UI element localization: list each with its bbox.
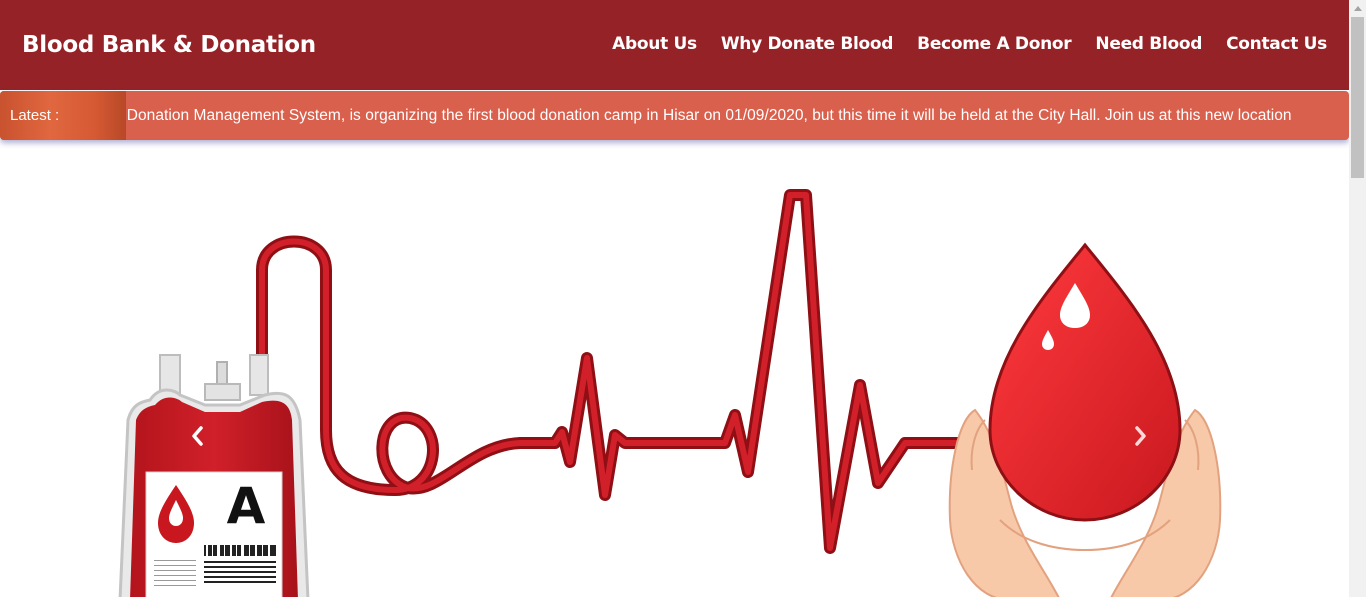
hero-carousel: A: [0, 150, 1349, 597]
navbar: Blood Bank & Donation About Us Why Donat…: [0, 0, 1349, 90]
hands-with-drop: [948, 242, 1222, 597]
ticker-label: Latest :: [0, 91, 126, 140]
nav-about-us[interactable]: About Us: [612, 34, 697, 54]
nav-menu: About Us Why Donate Blood Become A Donor…: [612, 34, 1327, 54]
nav-become-a-donor[interactable]: Become A Donor: [917, 34, 1072, 54]
scroll-thumb[interactable]: [1351, 17, 1364, 178]
blood-tube: [256, 189, 1006, 554]
blood-bag: A: [118, 354, 310, 597]
news-ticker: Latest : & Donation Management System, i…: [0, 91, 1349, 140]
nav-need-blood[interactable]: Need Blood: [1095, 34, 1202, 54]
page-scrollbar[interactable]: [1349, 0, 1366, 597]
chevron-right-icon: [1135, 426, 1146, 446]
carousel-next-button[interactable]: [1131, 425, 1161, 455]
scroll-up-arrow-icon[interactable]: [1349, 0, 1366, 17]
blood-drop-icon: [988, 242, 1182, 522]
nav-contact-us[interactable]: Contact Us: [1226, 34, 1327, 54]
chevron-left-icon: [192, 426, 203, 446]
hero-illustration: A: [118, 189, 1222, 597]
blood-type-label: A: [227, 477, 266, 535]
ticker-text[interactable]: & Donation Management System, is organiz…: [126, 91, 1292, 140]
brand-logo[interactable]: Blood Bank & Donation: [22, 32, 316, 58]
ticker-track: & Donation Management System, is organiz…: [126, 91, 1349, 140]
carousel-prev-button[interactable]: [189, 425, 219, 455]
nav-why-donate-blood[interactable]: Why Donate Blood: [721, 34, 894, 54]
